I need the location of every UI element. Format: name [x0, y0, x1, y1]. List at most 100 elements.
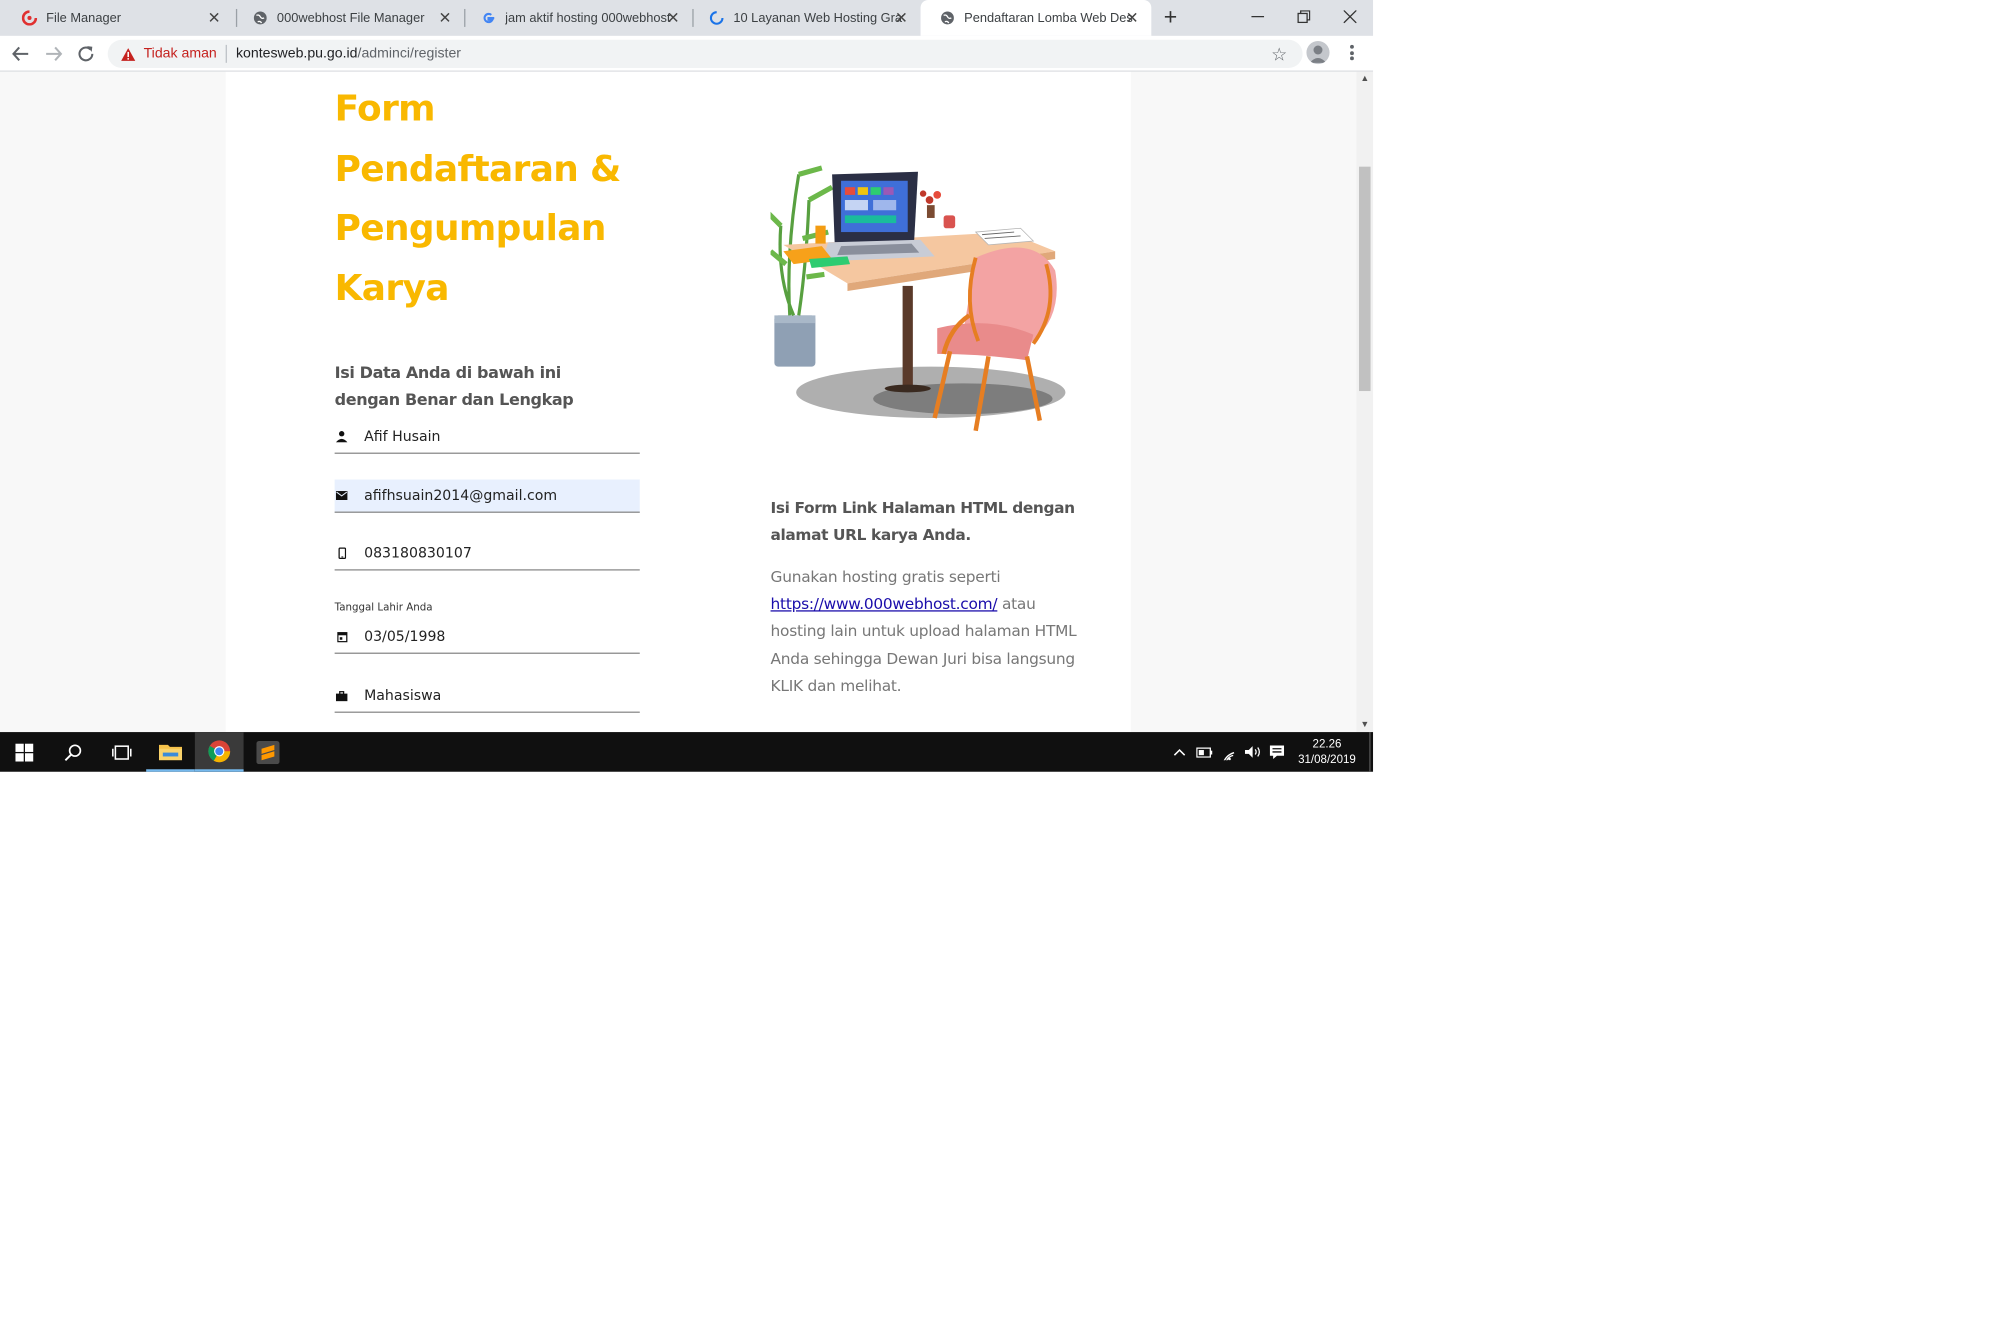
globe-icon	[938, 9, 956, 27]
tab-label: Pendaftaran Lomba Web Desig	[964, 10, 1134, 26]
file-manager-logo-icon	[21, 9, 39, 27]
warning-icon	[119, 45, 137, 63]
title-line: Form	[334, 87, 436, 130]
security-status[interactable]: Tidak aman	[144, 46, 217, 61]
page-viewport: Form Pendaftaran & Pengumpulan Karya Isi…	[0, 71, 1357, 733]
close-icon[interactable]: ✕	[892, 9, 910, 27]
occupation-value: Mahasiswa	[364, 687, 442, 704]
arrow-right-icon	[46, 46, 63, 61]
title-line: Karya	[334, 266, 450, 309]
tab-web-hosting[interactable]: 10 Layanan Web Hosting Gratis ✕	[690, 0, 921, 36]
email-value: afifhsuain2014@gmail.com	[364, 487, 558, 504]
registration-card: Form Pendaftaran & Pengumpulan Karya Isi…	[225, 71, 1131, 733]
restore-button[interactable]	[1281, 3, 1327, 31]
back-button[interactable]	[8, 41, 34, 67]
arrow-left-icon	[12, 46, 29, 61]
task-view-button[interactable]	[97, 732, 146, 772]
tab-000webhost-file-manager[interactable]: 000webhost File Manager ✕	[233, 0, 464, 36]
minimize-button[interactable]	[1235, 3, 1281, 31]
close-window-button[interactable]	[1327, 3, 1373, 31]
folder-icon	[158, 744, 183, 760]
url-host: kontesweb.pu.go.id	[235, 46, 358, 62]
close-icon[interactable]: ✕	[436, 9, 454, 27]
link-instructions-body: Gunakan hosting gratis seperti https://ww…	[771, 564, 1085, 700]
volume-icon[interactable]	[1241, 732, 1264, 772]
windows-logo-icon	[15, 742, 34, 761]
clock-time: 22.26	[1312, 737, 1342, 751]
forward-button[interactable]	[41, 41, 67, 67]
google-icon	[480, 9, 498, 27]
search-icon	[64, 743, 82, 761]
close-icon[interactable]: ✕	[1123, 9, 1141, 27]
close-icon	[1343, 10, 1357, 24]
divider	[225, 44, 228, 63]
close-icon[interactable]: ✕	[664, 9, 682, 27]
briefcase-icon	[335, 690, 348, 702]
notifications-icon[interactable]	[1265, 732, 1288, 772]
birthdate-label: Tanggal Lahir Anda	[334, 601, 433, 613]
wifi-icon[interactable]	[1218, 732, 1241, 772]
task-view-icon	[112, 744, 132, 760]
tab-google-search[interactable]: jam aktif hosting 000webhost - ✕	[462, 0, 693, 36]
chrome-icon	[208, 739, 231, 762]
system-clock[interactable]: 22.26 31/08/2019	[1289, 736, 1366, 767]
person-icon	[335, 431, 348, 443]
file-explorer-button[interactable]	[146, 732, 195, 772]
mail-icon	[335, 490, 348, 502]
windows-taskbar: 22.26 31/08/2019	[0, 732, 1374, 772]
new-tab-button[interactable]: +	[1158, 4, 1184, 31]
tab-file-manager[interactable]: File Manager ✕	[3, 0, 234, 36]
000webhost-link[interactable]: https://www.000webhost.com/	[771, 595, 998, 613]
sublime-text-icon	[256, 740, 280, 764]
body-text: Gunakan hosting gratis seperti	[770, 567, 1001, 586]
tab-label: 10 Layanan Web Hosting Gratis	[733, 10, 903, 26]
scroll-down-icon[interactable]: ▼	[1356, 721, 1373, 730]
close-icon[interactable]: ✕	[205, 9, 223, 27]
form-instructions: Isi Data Anda di bawah ini dengan Benar …	[334, 362, 574, 409]
reload-icon	[78, 46, 94, 62]
tab-label: File Manager	[46, 10, 121, 26]
clock-date: 31/08/2019	[1298, 752, 1356, 766]
desk-illustration	[770, 165, 1066, 432]
email-field[interactable]: afifhsuain2014@gmail.com	[334, 479, 640, 513]
show-hidden-icons-icon[interactable]	[1169, 732, 1190, 772]
url-path: /adminci/register	[357, 46, 461, 62]
tab-strip: File Manager ✕ 000webhost File Manager ✕…	[0, 0, 1374, 36]
chrome-button[interactable]	[194, 732, 244, 772]
minimize-icon	[1251, 16, 1265, 18]
scroll-thumb[interactable]	[1359, 166, 1371, 392]
calendar-icon	[336, 631, 348, 643]
tab-label: 000webhost File Manager	[276, 10, 425, 26]
loading-icon	[708, 9, 726, 27]
link-instructions-heading: Isi Form Link Halaman HTML dengan alamat…	[770, 498, 1075, 544]
show-desktop-button[interactable]	[1369, 732, 1373, 772]
phone-value: 083180830107	[364, 544, 472, 562]
birthdate-field[interactable]: 03/05/1998	[334, 621, 640, 654]
screen: File Manager ✕ 000webhost File Manager ✕…	[0, 0, 1374, 772]
start-button[interactable]	[0, 732, 49, 772]
bookmark-star-icon[interactable]: ☆	[1271, 44, 1287, 66]
battery-icon[interactable]	[1192, 732, 1215, 772]
scroll-up-icon[interactable]: ▲	[1356, 74, 1373, 83]
page-title: Form Pendaftaran & Pengumpulan Karya	[335, 79, 643, 317]
title-line: Pengumpulan	[334, 206, 607, 249]
search-button[interactable]	[49, 732, 98, 772]
birthdate-value: 03/05/1998	[364, 628, 446, 645]
phone-icon	[336, 547, 348, 559]
sublime-text-button[interactable]	[244, 732, 293, 772]
address-bar[interactable]: Tidak aman kontesweb.pu.go.id/adminci/re…	[107, 39, 1303, 68]
tab-label: jam aktif hosting 000webhost -	[505, 10, 675, 26]
page-scrollbar[interactable]: ▲ ▼	[1356, 71, 1374, 733]
name-field[interactable]: Afif Husain	[334, 421, 640, 454]
phone-field[interactable]: 083180830107	[334, 537, 640, 571]
tab-pendaftaran-lomba[interactable]: Pendaftaran Lomba Web Desig ✕	[920, 0, 1152, 36]
occupation-field[interactable]: Mahasiswa	[334, 680, 640, 713]
name-value: Afif Husain	[364, 428, 441, 445]
browser-toolbar: Tidak aman kontesweb.pu.go.id/adminci/re…	[0, 35, 1374, 72]
profile-avatar-icon[interactable]	[1306, 41, 1330, 65]
browser-menu-icon[interactable]	[1344, 42, 1359, 63]
globe-icon	[251, 9, 269, 27]
restore-icon	[1297, 10, 1311, 24]
title-line: Pendaftaran &	[334, 146, 622, 190]
reload-button[interactable]	[73, 41, 99, 67]
